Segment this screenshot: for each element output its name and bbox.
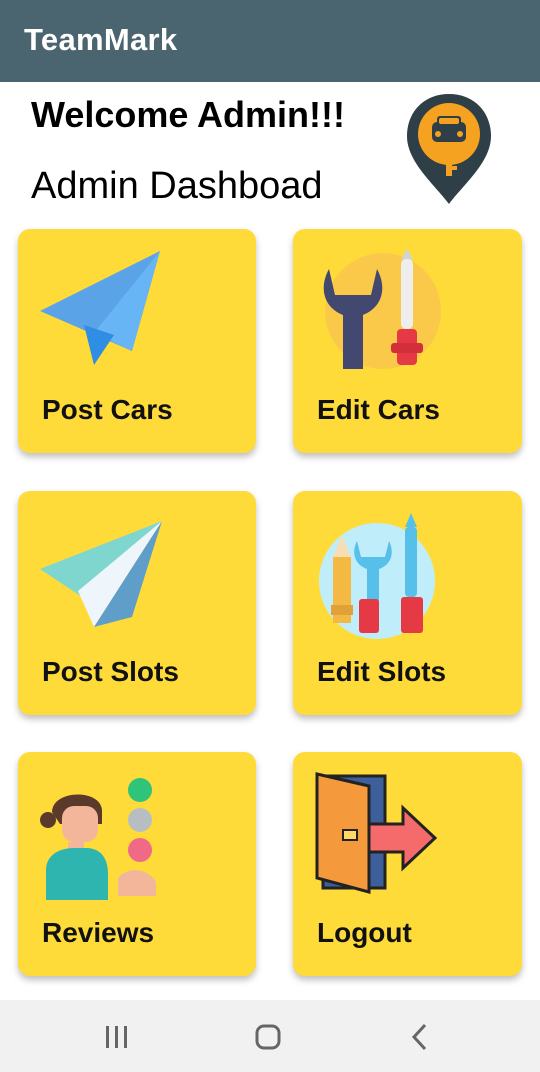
card-label: Edit Cars [317, 394, 440, 425]
edit-cars-card[interactable]: Edit Cars [293, 229, 522, 453]
app-bar: TeamMark [0, 0, 540, 82]
app-title: TeamMark [24, 22, 178, 57]
wrench-screwdriver-icon [323, 249, 441, 369]
post-slots-card[interactable]: Post Slots [18, 491, 256, 715]
paper-plane-icon [40, 251, 160, 365]
card-label: Post Cars [42, 394, 173, 425]
recent-apps-icon[interactable] [97, 1020, 137, 1054]
home-icon[interactable] [248, 1020, 288, 1054]
card-label: Edit Slots [317, 656, 447, 687]
system-navigation-bar [0, 1000, 540, 1072]
logout-card[interactable]: Logout [293, 752, 522, 976]
post-cars-card[interactable]: Post Cars [18, 229, 256, 453]
reviews-icon [40, 778, 156, 900]
paper-plane-icon [40, 521, 162, 627]
reviews-card[interactable]: Reviews [18, 752, 256, 976]
logout-door-icon [315, 772, 438, 894]
car-key-location-logo-icon [407, 94, 491, 204]
page-subtitle: Admin Dashboad [31, 165, 323, 207]
tools-icon [319, 513, 435, 639]
welcome-heading: Welcome Admin!!! [31, 94, 346, 135]
card-label: Post Slots [42, 656, 179, 687]
card-label: Reviews [42, 917, 155, 948]
edit-slots-card[interactable]: Edit Slots [293, 491, 522, 715]
back-icon[interactable] [400, 1020, 440, 1054]
card-label: Logout [317, 917, 412, 948]
